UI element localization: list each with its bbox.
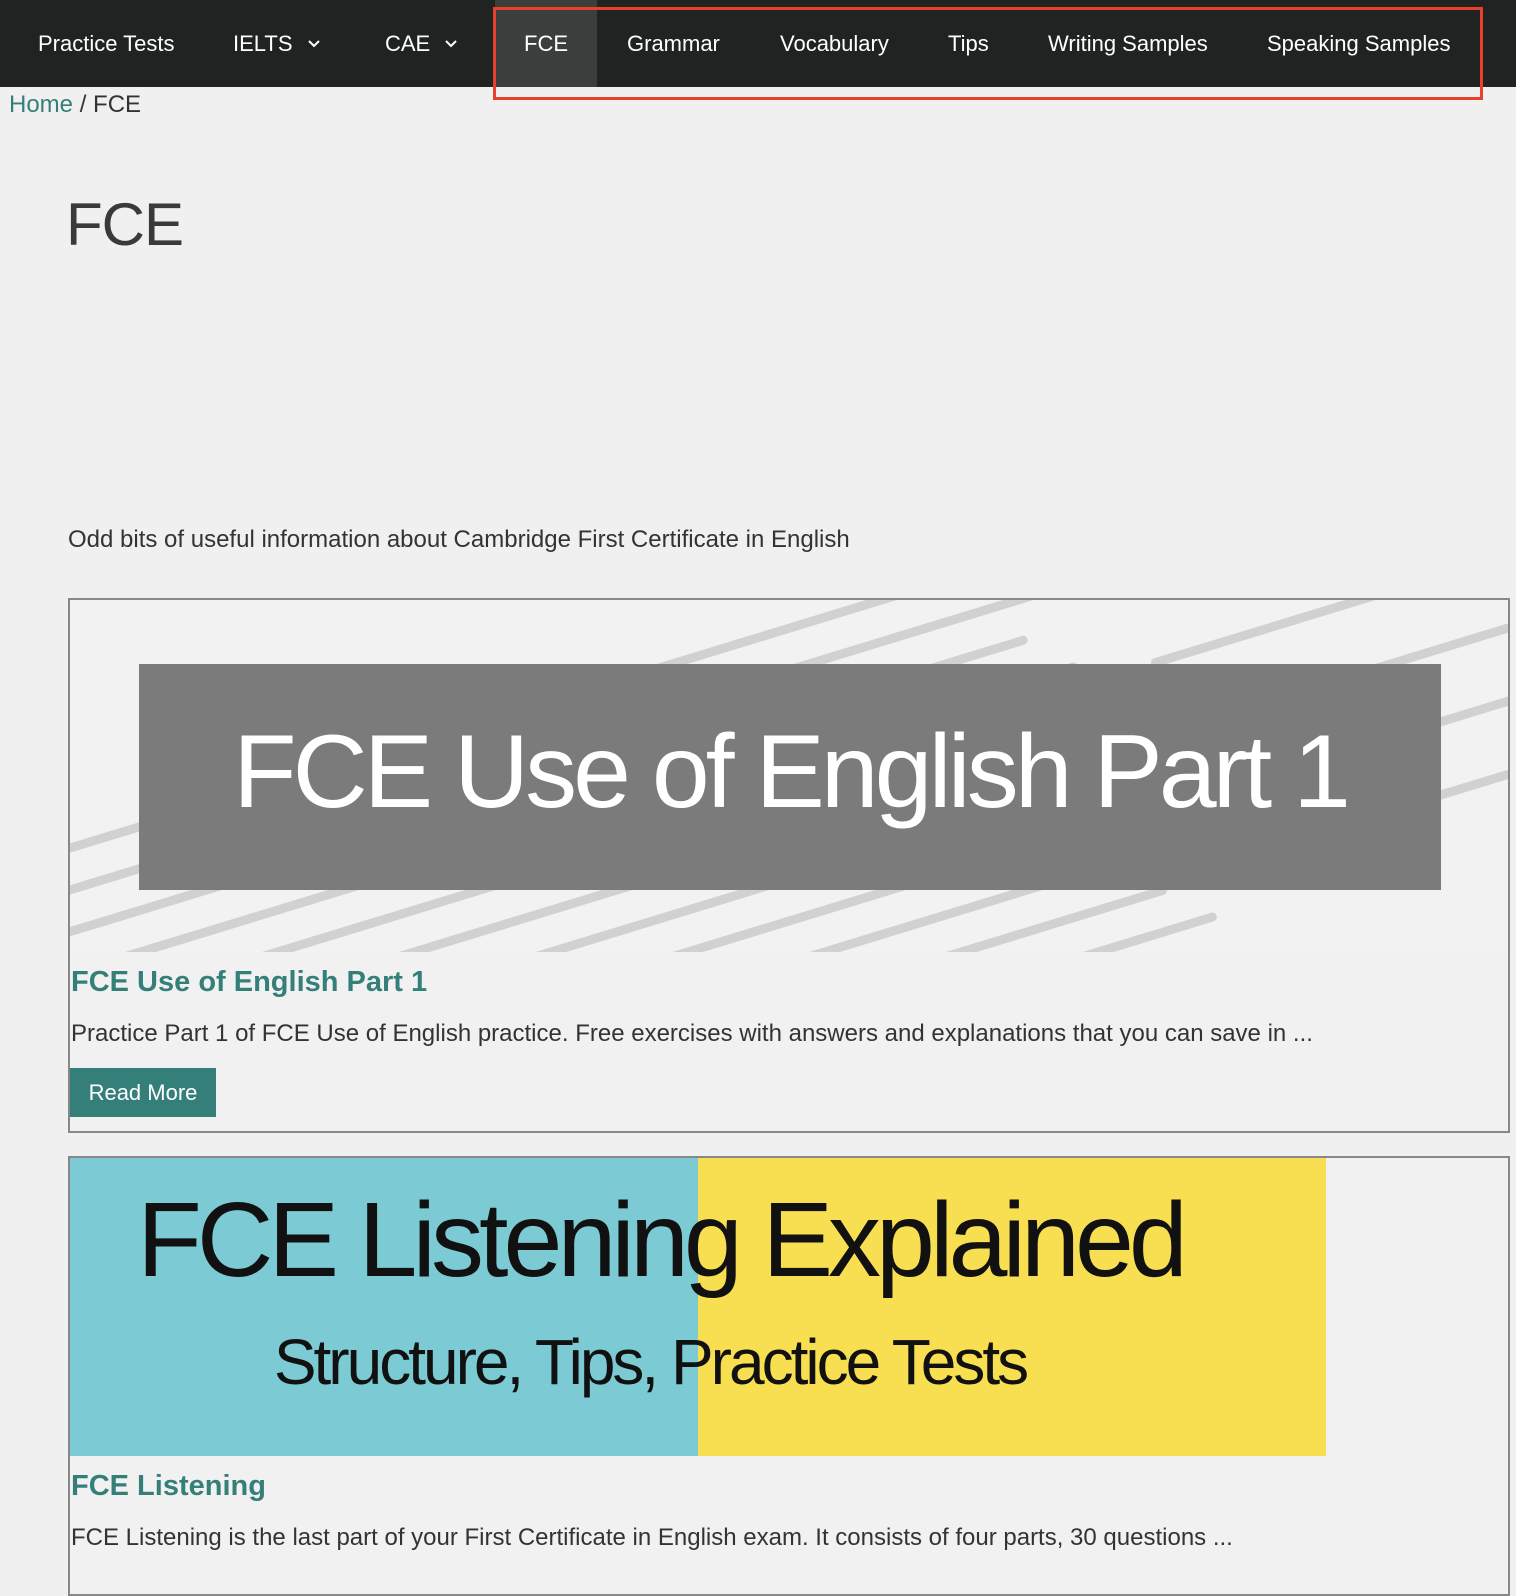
nav-practice-tests[interactable]: Practice Tests xyxy=(38,0,175,87)
nav-cae[interactable]: CAE xyxy=(385,0,458,87)
thumbnail-title-text: FCE Listening Explained xyxy=(137,1181,1183,1299)
thumbnail-subtitle-text: Structure, Tips, Practice Tests xyxy=(274,1326,1027,1398)
nav-writing-samples-label: Writing Samples xyxy=(1048,30,1208,56)
nav-ielts[interactable]: IELTS xyxy=(233,0,321,87)
nav-fce-label: FCE xyxy=(524,30,568,56)
article-thumbnail[interactable]: FCE Use of English Part 1 xyxy=(70,600,1508,952)
article-thumbnail[interactable]: FCE Listening Explained Structure, Tips,… xyxy=(70,1158,1326,1456)
nav-tips-label: Tips xyxy=(948,30,989,56)
nav-tips[interactable]: Tips xyxy=(948,0,989,87)
breadcrumb: Home / FCE xyxy=(9,91,141,119)
nav-speaking-samples[interactable]: Speaking Samples xyxy=(1267,0,1450,87)
nav-practice-tests-label: Practice Tests xyxy=(38,30,175,56)
nav-speaking-samples-label: Speaking Samples xyxy=(1267,30,1451,56)
article-excerpt: FCE Listening is the last part of your F… xyxy=(71,1524,1233,1551)
nav-writing-samples[interactable]: Writing Samples xyxy=(1048,0,1208,87)
article-title-link[interactable]: FCE Listening xyxy=(71,1470,266,1503)
thumbnail-title-text: FCE Use of English Part 1 xyxy=(233,714,1347,830)
article-card: FCE Listening Explained Structure, Tips,… xyxy=(68,1156,1510,1596)
read-more-button[interactable]: Read More xyxy=(70,1068,216,1117)
breadcrumb-current: FCE xyxy=(93,91,142,118)
nav-vocabulary[interactable]: Vocabulary xyxy=(780,0,889,87)
page-intro: Odd bits of useful information about Cam… xyxy=(68,526,850,553)
chevron-down-icon xyxy=(307,39,321,48)
nav-grammar-label: Grammar xyxy=(627,30,720,56)
chevron-down-icon xyxy=(444,39,458,48)
article-card: FCE Use of English Part 1 FCE Use of Eng… xyxy=(68,598,1510,1133)
breadcrumb-separator: / xyxy=(79,91,87,118)
main-navbar: Practice Tests IELTS CAE FCE Grammar Voc… xyxy=(0,0,1516,87)
nav-grammar[interactable]: Grammar xyxy=(627,0,720,87)
article-title-link[interactable]: FCE Use of English Part 1 xyxy=(71,966,427,999)
nav-vocabulary-label: Vocabulary xyxy=(780,30,889,56)
nav-fce[interactable]: FCE xyxy=(495,0,597,87)
page-title: FCE xyxy=(66,191,184,258)
nav-ielts-label: IELTS xyxy=(233,30,293,56)
article-excerpt: Practice Part 1 of FCE Use of English pr… xyxy=(71,1020,1313,1047)
nav-cae-label: CAE xyxy=(385,30,431,56)
breadcrumb-home-link[interactable]: Home xyxy=(9,91,73,118)
